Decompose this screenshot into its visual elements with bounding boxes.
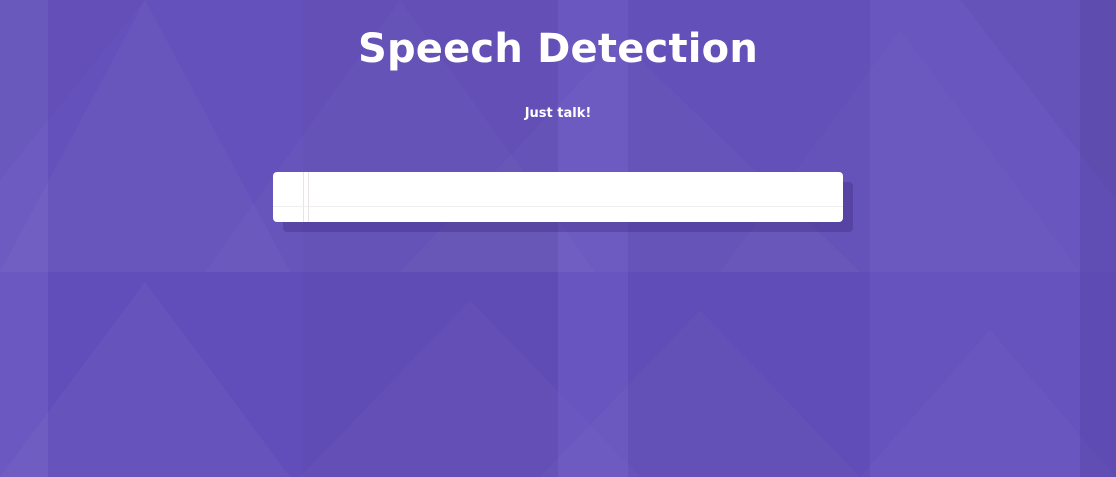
paper-margin-line [308,172,309,222]
paper-rule-line [273,206,843,207]
paper-margin-line [303,172,304,222]
transcript-box[interactable] [273,172,843,222]
page-subtitle: Just talk! [524,106,592,121]
page-title: Speech Detection [357,26,759,72]
page-content: Speech Detection Just talk! [0,0,1116,477]
